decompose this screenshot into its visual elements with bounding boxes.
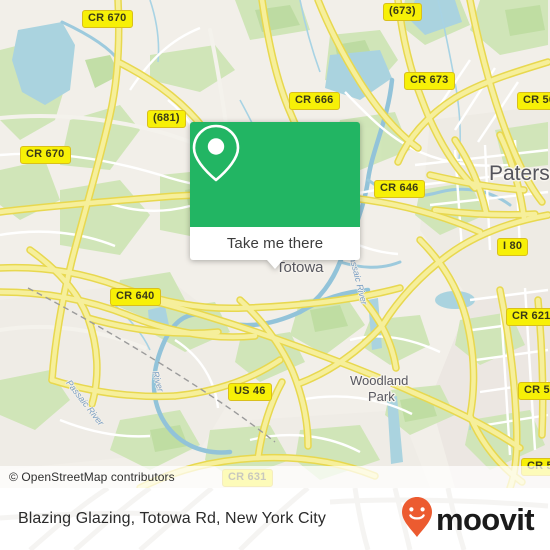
popup-tail-pointer [267,260,283,269]
map-screenshot: CR 670 (673) CR 673 CR 666 CR 50 (681) C… [0,0,550,550]
road-shield[interactable]: CR 621 [506,308,550,326]
popup-footer[interactable]: Take me there [190,227,360,269]
take-me-there-label: Take me there [226,235,324,252]
road-shield[interactable]: I 80 [497,238,529,256]
attribution-text[interactable]: © OpenStreetMap contributors [0,470,175,484]
location-caption: Blazing Glazing, Totowa Rd, New York Cit… [18,510,326,527]
road-shield[interactable]: CR 670 [82,10,133,28]
place-label-woodland-park: Woodland [350,373,409,388]
moovit-pin-smiley-icon [400,496,434,543]
road-shield[interactable]: CR 50 [518,382,550,400]
map-canvas[interactable]: CR 670 (673) CR 673 CR 666 CR 50 (681) C… [0,0,550,488]
moovit-wordmark: moovit [435,501,535,537]
bottom-caption-bar: Blazing Glazing, Totowa Rd, New York Cit… [0,488,550,550]
place-label-woodland-park-2: Park [368,389,395,404]
moovit-logo[interactable]: moovit [400,496,550,543]
road-shield[interactable]: CR 640 [110,288,161,306]
road-shield[interactable]: CR 670 [20,146,71,164]
place-label-paterson: Paterson [489,162,550,185]
map-attribution-bar: © OpenStreetMap contributors [0,466,550,488]
road-shield[interactable]: (673) [383,3,422,21]
road-shield[interactable]: CR 646 [374,180,425,198]
road-shield[interactable]: (681) [147,110,186,128]
destination-popup[interactable]: Take me there [190,122,360,269]
road-shield[interactable]: CR 50 [517,92,550,110]
road-shield[interactable]: CR 673 [404,72,455,90]
popup-header [190,122,360,227]
place-label-totowa: Totowa [276,259,324,276]
road-shield[interactable]: CR 666 [289,92,340,110]
road-shield[interactable]: US 46 [228,383,272,401]
